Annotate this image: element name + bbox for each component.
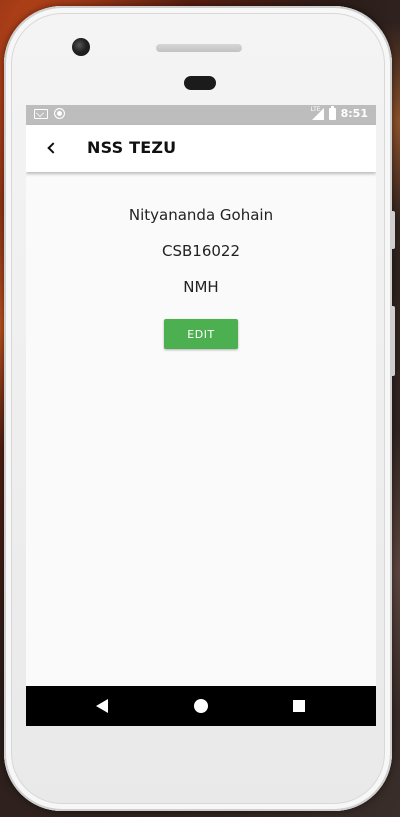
power-button[interactable] bbox=[390, 211, 395, 249]
notification-dot-icon bbox=[54, 108, 65, 119]
status-system-icons: LTE 8:51 bbox=[310, 105, 368, 120]
edit-button[interactable]: EDIT bbox=[164, 319, 238, 349]
status-notifications bbox=[34, 108, 65, 119]
nav-back-icon[interactable] bbox=[96, 699, 108, 713]
navigation-bar bbox=[26, 686, 376, 726]
battery-icon bbox=[328, 105, 336, 120]
gmail-icon bbox=[34, 108, 48, 119]
earpiece-speaker bbox=[156, 44, 242, 52]
nav-home-icon[interactable] bbox=[194, 699, 208, 713]
profile-name: Nityananda Gohain bbox=[128, 206, 274, 224]
profile-roll-number: CSB16022 bbox=[161, 242, 240, 260]
proximity-sensor bbox=[184, 76, 216, 90]
chevron-left-icon[interactable] bbox=[44, 140, 58, 156]
volume-rocker[interactable] bbox=[390, 306, 395, 376]
page-title: NSS TEZU bbox=[87, 138, 177, 157]
app-bar: NSS TEZU bbox=[26, 125, 376, 172]
front-camera bbox=[72, 38, 90, 56]
status-time: 8:51 bbox=[340, 107, 368, 120]
phone-frame: LTE 8:51 NSS TEZU Nityananda Gohain CSB1… bbox=[4, 6, 395, 811]
profile-hostel: NMH bbox=[183, 278, 219, 296]
network-type-label: LTE bbox=[310, 105, 321, 113]
status-bar: LTE 8:51 bbox=[26, 105, 376, 125]
device-screen: LTE 8:51 NSS TEZU Nityananda Gohain CSB1… bbox=[26, 105, 376, 726]
signal-icon: LTE bbox=[310, 105, 324, 120]
nav-recents-icon[interactable] bbox=[293, 700, 305, 712]
